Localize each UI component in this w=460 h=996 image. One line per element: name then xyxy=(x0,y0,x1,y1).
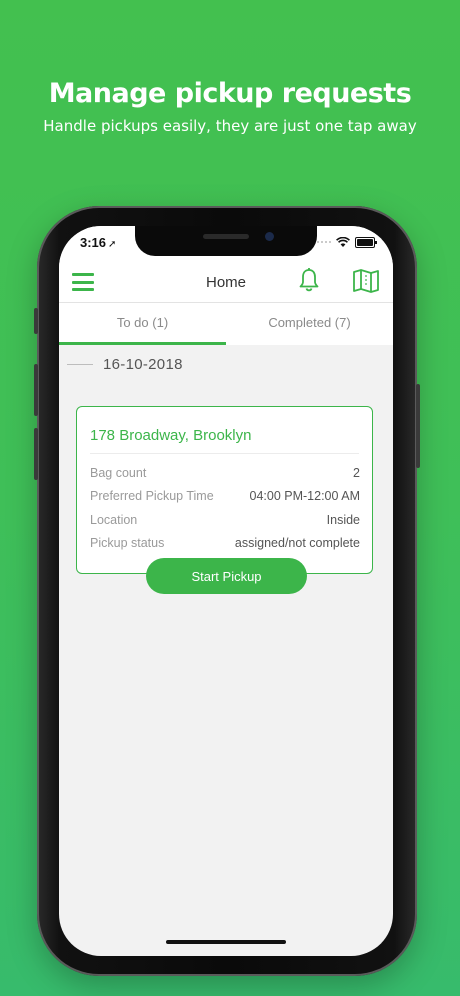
detail-value: 2 xyxy=(353,465,360,480)
notch-speaker xyxy=(203,234,249,239)
start-pickup-button[interactable]: Start Pickup xyxy=(146,558,307,594)
phone-notch xyxy=(135,226,317,256)
detail-value: Inside xyxy=(326,512,360,527)
bell-icon[interactable] xyxy=(297,267,321,293)
pickup-address: 178 Broadway, Brooklyn xyxy=(90,427,252,444)
tab-todo[interactable]: To do (1) xyxy=(59,303,226,345)
pickup-details: Bag count 2 Preferred Pickup Time 04:00 … xyxy=(90,461,360,555)
phone-mute-switch xyxy=(34,308,38,334)
phone-power-button xyxy=(416,384,420,468)
detail-value: assigned/not complete xyxy=(234,536,360,551)
status-time: 3:16 ➚ xyxy=(80,235,117,250)
marketing-headline: Manage pickup requests xyxy=(48,78,412,109)
date-divider xyxy=(67,363,93,365)
notch-camera xyxy=(265,232,274,241)
date-header: 16-10-2018 xyxy=(67,354,183,374)
detail-label: Location xyxy=(90,512,138,527)
marketing-subline: Handle pickups easily, they are just one… xyxy=(43,117,417,135)
status-indicators xyxy=(317,236,377,248)
pickup-card[interactable]: 178 Broadway, Brooklyn Bag count 2 Prefe… xyxy=(76,406,373,574)
detail-row-bag-count: Bag count 2 xyxy=(90,461,360,485)
detail-label: Bag count xyxy=(90,465,147,480)
detail-row-pickup-status: Pickup status assigned/not complete xyxy=(90,532,360,556)
map-icon[interactable] xyxy=(352,268,380,294)
detail-row-location: Location Inside xyxy=(90,508,360,532)
phone-volume-up xyxy=(34,364,38,416)
battery-icon xyxy=(355,236,377,248)
page-title: Home xyxy=(205,274,246,291)
tab-selected-indicator xyxy=(59,342,226,345)
app-screen: 3:16 ➚ Home To do (1) Completed (7) 16-1… xyxy=(59,226,393,956)
date-label: 16-10-2018 xyxy=(103,355,183,373)
detail-label: Pickup status xyxy=(90,536,165,551)
card-divider xyxy=(90,453,359,454)
top-navbar: Home xyxy=(59,264,393,303)
phone-volume-down xyxy=(34,428,38,480)
home-indicator[interactable] xyxy=(166,940,286,944)
wifi-icon xyxy=(336,236,350,247)
cellular-signal-icon xyxy=(317,241,331,243)
tab-completed[interactable]: Completed (7) xyxy=(226,303,393,345)
detail-label: Preferred Pickup Time xyxy=(90,489,214,504)
detail-value: 04:00 PM-12:00 AM xyxy=(249,489,360,504)
pickup-tabs: To do (1) Completed (7) xyxy=(59,303,393,345)
location-arrow-icon: ➚ xyxy=(108,239,117,250)
detail-row-pickup-time: Preferred Pickup Time 04:00 PM-12:00 AM xyxy=(90,485,360,509)
